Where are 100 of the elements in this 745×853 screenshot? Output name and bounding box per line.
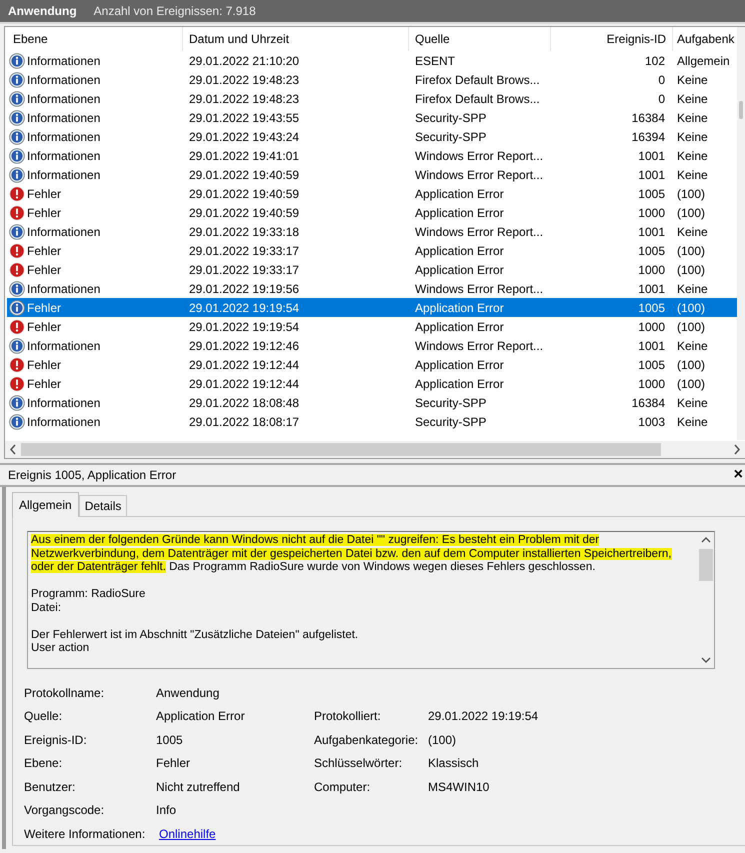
property-label: Protokolliert: <box>314 709 381 724</box>
property-value: (100) <box>428 732 456 747</box>
scroll-down-icon[interactable] <box>701 657 711 664</box>
tab[interactable]: Allgemein <box>12 492 79 517</box>
table-row[interactable]: Informationen 29.01.2022 19:43:24 Security-SPP 16394 Keine <box>7 127 737 146</box>
level-text: Fehler <box>27 262 62 276</box>
date-cell-text: 29.01.2022 19:12:44 <box>188 376 300 392</box>
date-cell-text: 29.01.2022 19:33:17 <box>188 262 300 278</box>
source-cell-text: Windows Error Report... <box>414 280 544 298</box>
table-row[interactable]: Informationen 29.01.2022 21:10:20 ESENT 102 Allgemein <box>7 51 737 70</box>
date-cell-text: 29.01.2022 19:19:54 <box>188 318 300 336</box>
event-id-cell-text: 1000 <box>637 318 666 336</box>
description-text: Datei: <box>31 602 62 615</box>
date-cell-text: 29.01.2022 19:33:17 <box>188 242 300 260</box>
table-row[interactable]: Fehler 29.01.2022 19:33:17 Application Error 1000 (100) <box>7 260 737 279</box>
source-cell-text: Security-SPP <box>414 128 488 146</box>
tab[interactable]: Details <box>78 495 128 516</box>
date-cell-text: 29.01.2022 19:12:46 <box>188 338 300 354</box>
level-text: Informationen <box>27 396 100 410</box>
description-box[interactable] <box>27 531 715 669</box>
level-text: Informationen <box>27 92 100 106</box>
property-label: Benutzer: <box>24 780 76 794</box>
table-row[interactable]: Fehler 29.01.2022 19:40:59 Application Error 1005 (100) <box>7 184 737 203</box>
category-cell-text: (100) <box>676 186 706 202</box>
category-cell-text: (100) <box>676 376 706 392</box>
vertical-scrollbar[interactable] <box>737 27 745 440</box>
table-row[interactable]: Fehler 29.01.2022 19:12:44 Application Error 1000 (100) <box>7 374 737 393</box>
property-label: Aufgabenkategorie: <box>314 732 418 747</box>
description-text: Der Fehlerwert ist im Abschnitt "Zusätzliche Dateien" aufgelistet. <box>31 628 360 642</box>
category-cell-text: Keine <box>676 414 709 430</box>
level-text: Fehler <box>27 206 62 220</box>
table-row[interactable]: Informationen 29.01.2022 19:43:55 Security-SPP 16384 Keine <box>7 108 737 127</box>
scrollbar-thumb[interactable] <box>699 549 713 581</box>
horizontal-scrollbar[interactable] <box>5 441 745 458</box>
table-row[interactable]: Informationen 29.01.2022 19:19:56 Windows Error Report... 1001 Keine <box>7 279 737 298</box>
property-value: Klassisch <box>428 756 479 770</box>
table-row[interactable]: Fehler 29.01.2022 19:19:54 Application Error 1000 (100) <box>7 317 737 336</box>
scroll-right-icon[interactable] <box>733 444 741 455</box>
category-cell-text: Keine <box>676 128 709 146</box>
close-button[interactable]: × <box>732 467 745 483</box>
event-id-cell-text: 16384 <box>630 394 666 412</box>
level-text: Informationen <box>27 54 100 68</box>
date-cell-text: 29.01.2022 21:10:20 <box>188 52 300 70</box>
description-text: Programm: RadioSure <box>31 588 146 602</box>
column-header[interactable]: Ebene <box>7 27 183 51</box>
category-cell-text: (100) <box>676 262 706 278</box>
column-header[interactable]: Datum und Uhrzeit <box>183 27 409 51</box>
table-row[interactable]: Informationen 29.01.2022 19:48:23 Firefox Default Brows... 0 Keine <box>7 89 737 108</box>
event-id-cell-text: 1001 <box>637 280 666 298</box>
date-cell-text: 29.01.2022 19:40:59 <box>188 186 300 202</box>
property-label: Schlüsselwörter: <box>314 756 402 770</box>
event-id-cell-text: 16394 <box>630 128 666 146</box>
table-row[interactable]: Fehler 29.01.2022 19:12:44 Application Error 1005 (100) <box>7 355 737 374</box>
category-cell-text: Allgemein <box>676 52 731 70</box>
level-text: Informationen <box>27 130 100 144</box>
table-row[interactable]: Informationen 29.01.2022 19:48:23 Firefox Default Brows... 0 Keine <box>7 70 737 89</box>
table-row[interactable]: Informationen 29.01.2022 19:40:59 Windows Error Report... 1001 Keine <box>7 165 737 184</box>
date-cell-text: 29.01.2022 18:08:48 <box>188 394 300 412</box>
property-value: Application Error <box>156 709 245 724</box>
source-cell-text: Security-SPP <box>414 394 488 412</box>
table-row[interactable]: Fehler 29.01.2022 19:40:59 Application Error 1000 (100) <box>7 203 737 222</box>
column-header[interactable]: Quelle <box>409 27 551 51</box>
table-row[interactable]: Fehler 29.01.2022 19:33:17 Application Error 1005 (100) <box>7 241 737 260</box>
event-id-cell-text: 1001 <box>637 166 666 184</box>
column-header[interactable]: Aufgabenk <box>673 27 737 51</box>
property-value: Anwendung <box>156 686 220 700</box>
source-cell-text: Application Error <box>414 356 505 374</box>
category-cell-text: Keine <box>676 166 709 184</box>
table-row[interactable]: Informationen 29.01.2022 19:12:46 Windows Error Report... 1001 Keine <box>7 336 737 355</box>
level-text: Informationen <box>27 338 100 352</box>
property-value: 1005 <box>156 732 183 747</box>
event-id-cell-text: 1005 <box>637 356 666 374</box>
column-header[interactable]: Ereignis-ID <box>551 27 673 51</box>
level-text: Fehler <box>27 358 62 372</box>
scroll-up-icon[interactable] <box>701 536 711 543</box>
table-row[interactable]: Informationen 29.01.2022 18:08:48 Security-SPP 16384 Keine <box>7 393 737 412</box>
event-id-cell-text: 1001 <box>637 148 666 164</box>
level-text: Fehler <box>27 244 62 258</box>
table-row[interactable]: Informationen 29.01.2022 18:08:17 Security-SPP 1003 Keine <box>7 412 737 431</box>
description-text: Aus einem der folgenden Gründe kann Windows nicht auf die Datei "" zugreifen: Es besteht ein Problem mit der Netzwerkverbindung, dem Datenträger mit der gespeicherten Datei bzw. den auf dem Computer installierten Speichertreibern, oder der Datenträger fehlt. Das Programm RadioSure wurde von Windows wegen dieses Fehlers geschlossen. <box>31 534 672 574</box>
event-id-cell-text: 0 <box>657 90 666 108</box>
event-id-cell-text: 1000 <box>637 262 666 278</box>
category-cell-text: Keine <box>676 394 709 412</box>
property-value: Info <box>156 803 176 818</box>
date-cell-text: 29.01.2022 19:43:55 <box>188 110 300 126</box>
table-row[interactable]: Fehler 29.01.2022 19:19:54 Application Error 1005 (100) <box>7 298 737 317</box>
date-cell-text: 29.01.2022 19:43:24 <box>188 128 300 146</box>
level-text: Informationen <box>27 282 100 296</box>
source-cell-text: Windows Error Report... <box>414 224 544 240</box>
source-cell-text: Firefox Default Brows... <box>414 72 541 88</box>
table-row[interactable]: Informationen 29.01.2022 19:33:18 Windows Error Report... 1001 Keine <box>7 222 737 241</box>
source-cell-text: Windows Error Report... <box>414 148 544 164</box>
help-link[interactable]: Onlinehilfe <box>156 826 219 841</box>
table-row[interactable]: Informationen 29.01.2022 19:41:01 Windows Error Report... 1001 Keine <box>7 146 737 165</box>
event-id-cell-text: 16384 <box>630 110 666 126</box>
source-cell-text: Windows Error Report... <box>414 166 544 184</box>
event-id-cell-text: 1005 <box>637 186 666 202</box>
scroll-left-icon[interactable] <box>9 444 17 455</box>
level-text: Fehler <box>27 320 62 334</box>
property-value: 29.01.2022 19:19:54 <box>428 709 538 724</box>
